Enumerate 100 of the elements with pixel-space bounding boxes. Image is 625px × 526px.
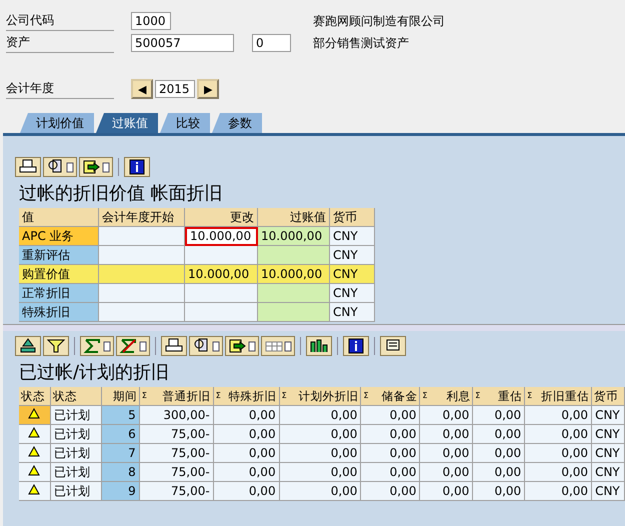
table-cell: 0,00 (420, 425, 474, 444)
table-cell: 8 (102, 463, 140, 482)
section-title: 过帐的折旧价值 帐面折旧 (18, 182, 224, 206)
table-cell[interactable]: 10.000,00 (185, 265, 258, 284)
subtotal-icon[interactable] (116, 336, 150, 356)
table-cell: 6 (102, 425, 140, 444)
table-cell: 已计划 (50, 425, 102, 444)
column-header[interactable]: Σ 重估 (473, 387, 526, 406)
year-field[interactable]: 2015 (155, 80, 195, 98)
tab[interactable]: 计划价值 (20, 113, 94, 133)
table-cell: 0,00 (525, 444, 592, 463)
table-cell (258, 284, 330, 303)
table-cell: 0,00 (473, 482, 526, 501)
print-icon[interactable] (161, 336, 187, 356)
input-field[interactable]: 0 (252, 34, 291, 52)
field-label: 资产 (6, 34, 114, 52)
table-cell: 0,00 (420, 406, 474, 425)
column-header[interactable]: 期间 (102, 387, 140, 406)
warning-icon (28, 408, 40, 419)
table-cell: CNY (592, 463, 625, 482)
table-cell[interactable]: 10.000,00 (185, 227, 258, 246)
table-cell: 0,00 (420, 444, 474, 463)
input-field[interactable]: 1000 (131, 12, 171, 30)
field-label: 公司代码 (6, 12, 114, 30)
table-cell: 已计划 (50, 463, 102, 482)
description-text: 赛跑网顾问制造有限公司 (313, 12, 445, 30)
export-icon[interactable] (79, 157, 113, 177)
next-button[interactable]: ▶ (197, 79, 219, 99)
warning-icon (28, 427, 40, 438)
row-label: 购置价值 (19, 265, 99, 284)
table-cell: 5 (102, 406, 140, 425)
status-cell[interactable] (19, 444, 51, 463)
status-cell[interactable] (19, 425, 51, 444)
chart-icon[interactable] (306, 336, 332, 356)
section-title: 已过帐/计划的折旧 (18, 361, 170, 385)
table-cell: 0,00 (280, 482, 362, 501)
tab[interactable]: 过账值 (96, 113, 158, 133)
status-cell[interactable] (19, 482, 51, 501)
column-header[interactable]: Σ 特殊折旧 (214, 387, 280, 406)
table-cell: 已计划 (50, 406, 102, 425)
table-cell (258, 303, 330, 322)
export-icon[interactable] (225, 336, 259, 356)
row-label: APC 业务 (19, 227, 99, 246)
table-cell: CNY (592, 406, 625, 425)
column-header[interactable]: 货币 (330, 208, 375, 227)
column-header[interactable]: Σ 利息 (420, 387, 474, 406)
table-cell: 0,00 (280, 425, 362, 444)
table-cell[interactable] (185, 246, 258, 265)
table-cell: 0,00 (420, 463, 474, 482)
table-cell: 已计划 (50, 444, 102, 463)
column-header[interactable]: 状态 (19, 387, 51, 406)
table-cell: 0,00 (214, 482, 280, 501)
table-cell: 300,00- (140, 406, 214, 425)
column-header[interactable]: Σ 计划外折旧 (280, 387, 362, 406)
table-cell: 0,00 (473, 406, 526, 425)
table-cell: 0,00 (361, 444, 420, 463)
table-cell[interactable] (185, 284, 258, 303)
table-cell: 0,00 (361, 406, 420, 425)
layout-icon[interactable] (261, 336, 295, 356)
table-cell: 0,00 (525, 482, 592, 501)
column-header[interactable]: 更改 (185, 208, 258, 227)
row-label: 特殊折旧 (19, 303, 99, 322)
table-cell: 0,00 (214, 444, 280, 463)
table-cell: 0,00 (525, 406, 592, 425)
sort-icon[interactable] (15, 336, 41, 356)
column-header[interactable]: 过账值 (258, 208, 330, 227)
table-cell: 0,00 (473, 425, 526, 444)
column-header[interactable]: 状态 (50, 387, 102, 406)
table-cell: 0,00 (214, 463, 280, 482)
table-cell: CNY (592, 444, 625, 463)
filter-icon[interactable] (43, 336, 69, 356)
table-cell: 0,00 (420, 482, 474, 501)
doc-icon[interactable] (189, 336, 223, 356)
description-text: 部分销售测试资产 (313, 34, 409, 52)
table-cell: CNY (330, 265, 375, 284)
table-cell: 0,00 (280, 463, 362, 482)
table-cell: CNY (330, 303, 375, 322)
table-cell: 0,00 (525, 463, 592, 482)
tab[interactable]: 参数 (212, 113, 262, 133)
status-cell[interactable] (19, 463, 51, 482)
warning-icon (28, 446, 40, 457)
column-header[interactable]: Σ 普通折旧 (140, 387, 214, 406)
table-cell[interactable] (185, 303, 258, 322)
print-icon[interactable] (15, 157, 41, 177)
info-icon[interactable] (124, 157, 150, 177)
column-header[interactable]: 值 (19, 208, 99, 227)
table-cell: 0,00 (214, 425, 280, 444)
table-cell: 75,00- (140, 444, 214, 463)
status-cell[interactable] (19, 406, 51, 425)
column-header[interactable]: Σ 折旧重估 (525, 387, 592, 406)
previous-button[interactable]: ◀ (131, 79, 153, 99)
sum-icon[interactable] (80, 336, 114, 356)
column-header[interactable]: 货币 (592, 387, 625, 406)
tab[interactable]: 比较 (160, 113, 210, 133)
table-cell: 75,00- (140, 482, 214, 501)
doc-icon[interactable] (43, 157, 77, 177)
info-icon[interactable] (343, 336, 369, 356)
column-header[interactable]: Σ 储备金 (361, 387, 420, 406)
column-header[interactable]: 会计年度开始 (99, 208, 185, 227)
input-field[interactable]: 500057 (131, 34, 234, 52)
